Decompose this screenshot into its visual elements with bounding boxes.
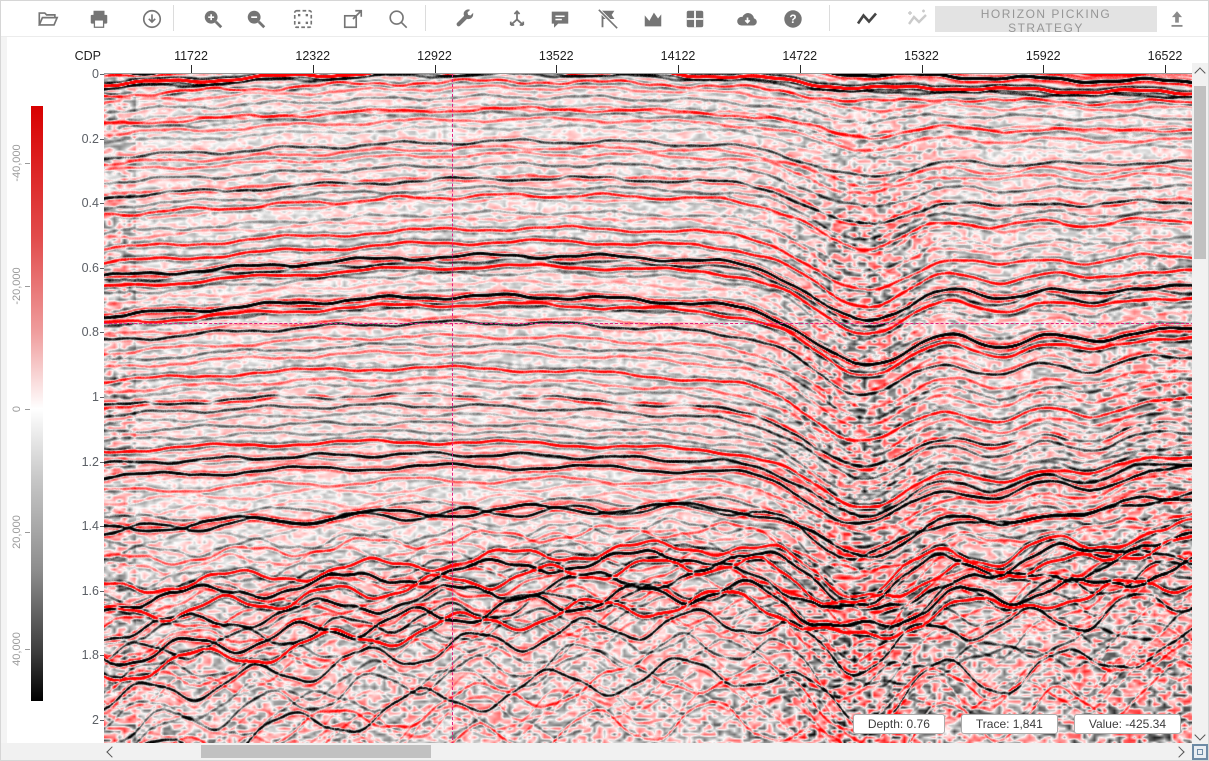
cdp-tick-mark — [800, 65, 801, 73]
fit-to-screen-icon[interactable] — [290, 6, 316, 32]
horizon-picking-strategy-button[interactable]: HORIZON PICKING STRATEGY — [935, 6, 1157, 32]
help-icon[interactable]: ? — [780, 6, 806, 32]
depth-tick-label: 2 — [59, 713, 99, 727]
depth-tick-label: 0.6 — [59, 261, 99, 275]
scroll-right-icon[interactable] — [1173, 746, 1184, 757]
print-icon[interactable] — [86, 6, 112, 32]
colorbar-tick-mark — [25, 532, 30, 533]
depth-tick-label: 1.2 — [59, 455, 99, 469]
depth-tick-label: 0.4 — [59, 196, 99, 210]
cdp-tick-label: 14722 — [782, 49, 817, 63]
cdp-tick-label: 12322 — [295, 49, 330, 63]
cloud-download-icon[interactable] — [734, 6, 760, 32]
seismic-canvas[interactable] — [104, 74, 1194, 745]
zoom-in-icon[interactable] — [200, 6, 226, 32]
polyline-pick-icon[interactable] — [854, 6, 880, 32]
cdp-tick-label: 15322 — [904, 49, 939, 63]
depth-readout: Depth: 0.76 — [853, 714, 945, 734]
depth-tick-label: 1.6 — [59, 584, 99, 598]
search-icon[interactable] — [385, 6, 411, 32]
colorbar-tick-mark — [25, 286, 30, 287]
seismic-viewer-window: ? HORIZON PICKING STRATEGY CDP 11722 1232… — [0, 0, 1209, 761]
colorbar-tick-mark — [25, 409, 30, 410]
cdp-tick-label: 12922 — [417, 49, 452, 63]
pan-view-icon[interactable] — [340, 6, 366, 32]
cdp-tick-mark — [1165, 65, 1166, 73]
cdp-axis-title: CDP — [61, 49, 101, 63]
left-edge-strip — [1, 37, 7, 761]
depth-tick-label: 0 — [59, 67, 99, 81]
depth-tick-label: 0.2 — [59, 132, 99, 146]
cdp-tick-mark — [922, 65, 923, 73]
colorbar-tick-label: 40,000 — [11, 632, 23, 666]
depth-tick-label: 1.8 — [59, 648, 99, 662]
vertical-scrollbar[interactable] — [1192, 63, 1208, 745]
depth-tick-label: 0.8 — [59, 325, 99, 339]
zoom-out-icon[interactable] — [243, 6, 269, 32]
toolbar: ? HORIZON PICKING STRATEGY — [1, 1, 1209, 37]
download-icon[interactable] — [139, 6, 165, 32]
colorbar-tick-label: 20,000 — [11, 515, 23, 549]
colorbar-tick-mark — [25, 649, 30, 650]
scrollbar-corner[interactable] — [1192, 743, 1208, 760]
cdp-tick-mark — [435, 65, 436, 73]
cdp-tick-mark — [1043, 65, 1044, 73]
cdp-tick-label: 11722 — [174, 49, 208, 63]
cdp-tick-label: 15922 — [1026, 49, 1061, 63]
depth-tick-label: 1 — [59, 390, 99, 404]
annotations-icon[interactable] — [547, 6, 573, 32]
line-chart-icon[interactable] — [640, 6, 666, 32]
seismic-section-view[interactable] — [104, 74, 1194, 745]
scroll-up-icon[interactable] — [1194, 67, 1205, 78]
grid-table-icon[interactable] — [682, 6, 708, 32]
horizontal-scrollbar-thumb[interactable] — [201, 745, 431, 758]
flag-off-icon[interactable] — [595, 6, 621, 32]
colorbar-tick-mark — [25, 163, 30, 164]
cdp-tick-mark — [678, 65, 679, 73]
upload-icon[interactable] — [1164, 6, 1190, 32]
cdp-tick-label: 13522 — [539, 49, 574, 63]
amplitude-colorbar — [31, 106, 43, 701]
cdp-tick-mark — [556, 65, 557, 73]
svg-text:?: ? — [789, 12, 796, 26]
colorbar-tick-label: -40,000 — [11, 144, 23, 181]
resize-grip-icon[interactable] — [1192, 744, 1208, 760]
cdp-tick-mark — [191, 65, 192, 73]
trace-readout: Trace: 1,841 — [961, 714, 1058, 734]
colorbar-tick-label: -20,000 — [11, 267, 23, 304]
toolbar-divider — [173, 5, 174, 31]
settings-wrench-icon[interactable] — [452, 6, 478, 32]
value-readout: Value: -425.34 — [1074, 714, 1181, 734]
cdp-tick-label: 16522 — [1148, 49, 1183, 63]
cursor-readout: Depth: 0.76 Trace: 1,841 Value: -425.34 — [853, 714, 1181, 734]
scroll-left-icon[interactable] — [106, 746, 117, 757]
move-axes-icon[interactable] — [504, 6, 530, 32]
crosshair-vertical-line — [452, 74, 453, 745]
auto-pick-icon[interactable] — [904, 6, 930, 32]
cdp-tick-label: 14122 — [661, 49, 696, 63]
cdp-tick-mark — [313, 65, 314, 73]
open-folder-icon[interactable] — [35, 6, 61, 32]
colorbar-tick-label: 0 — [11, 406, 23, 412]
toolbar-divider — [425, 5, 426, 31]
scroll-down-icon[interactable] — [1194, 729, 1205, 740]
horizontal-scrollbar[interactable] — [1, 743, 1194, 760]
vertical-scrollbar-thumb[interactable] — [1194, 86, 1206, 259]
crosshair-horizontal-line — [104, 323, 1194, 324]
toolbar-divider — [829, 5, 830, 31]
depth-tick-label: 1.4 — [59, 519, 99, 533]
